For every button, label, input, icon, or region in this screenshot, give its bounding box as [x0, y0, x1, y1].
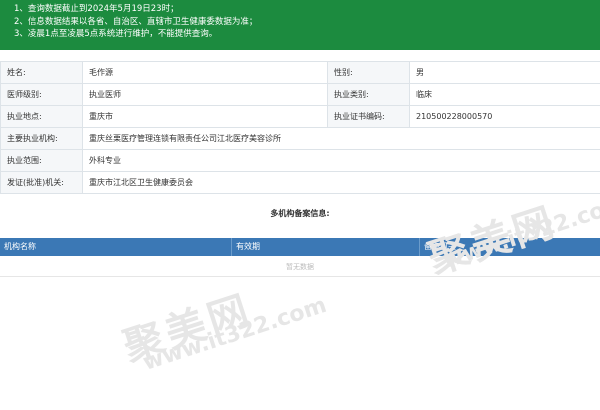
- empty-data-row: 暂无数据: [0, 256, 600, 277]
- table-row: 医师级别: 执业医师 执业类别: 临床: [0, 83, 600, 106]
- notice-line: 1、查询数据截止到2024年5月19日23时；: [14, 4, 179, 14]
- gender-label: 性别:: [327, 61, 410, 84]
- column-header-validity[interactable]: 有效期: [232, 238, 420, 256]
- level-label: 医师级别:: [0, 83, 83, 106]
- watermark-brand: 聚美网: [118, 286, 258, 372]
- name-value: 毛作源: [82, 61, 328, 84]
- category-value: 临床: [409, 83, 600, 106]
- scope-label: 执业范围:: [0, 149, 83, 172]
- scope-value: 外科专业: [82, 149, 600, 172]
- location-value: 重庆市: [82, 105, 328, 128]
- practitioner-info-table: 姓名: 毛作源 性别: 男 医师级别: 执业医师 执业类别: 临床 执业地点: …: [0, 61, 600, 194]
- column-header-authority[interactable]: 备案机关: [420, 238, 600, 256]
- level-value: 执业医师: [82, 83, 328, 106]
- issuer-label: 发证(批准)机关:: [0, 171, 83, 194]
- table-row: 发证(批准)机关: 重庆市江北区卫生健康委员会: [0, 171, 600, 194]
- issuer-value: 重庆市江北区卫生健康委员会: [82, 171, 600, 194]
- gender-value: 男: [409, 61, 600, 84]
- multi-institution-title: 多机构备案信息:: [270, 209, 330, 218]
- table-row: 执业范围: 外科专业: [0, 149, 600, 172]
- multi-institution-header: 机构名称 有效期 备案机关: [0, 238, 600, 256]
- org-value: 重庆丝栗医疗管理连锁有限责任公司江北医疗美容诊所: [82, 127, 600, 150]
- cert-value: 210500228000570: [409, 105, 600, 128]
- name-label: 姓名:: [0, 61, 83, 84]
- table-row: 姓名: 毛作源 性别: 男: [0, 61, 600, 84]
- cert-label: 执业证书编码:: [327, 105, 410, 128]
- table-row: 主要执业机构: 重庆丝栗医疗管理连锁有限责任公司江北医疗美容诊所: [0, 127, 600, 150]
- notice-banner: 1、查询数据截止到2024年5月19日23时； 2、信息数据结果以各省、自治区、…: [0, 0, 600, 50]
- category-label: 执业类别:: [327, 83, 410, 106]
- notice-line: 3、凌晨1点至凌晨5点系统进行维护，不能提供查询。: [14, 29, 218, 39]
- column-header-institution[interactable]: 机构名称: [0, 238, 232, 256]
- notice-line: 2、信息数据结果以各省、自治区、直辖市卫生健康委数据为准；: [14, 16, 258, 27]
- org-label: 主要执业机构:: [0, 127, 83, 150]
- table-row: 执业地点: 重庆市 执业证书编码: 210500228000570: [0, 105, 600, 128]
- watermark-url: www.it322.com: [140, 292, 330, 376]
- location-label: 执业地点:: [0, 105, 83, 128]
